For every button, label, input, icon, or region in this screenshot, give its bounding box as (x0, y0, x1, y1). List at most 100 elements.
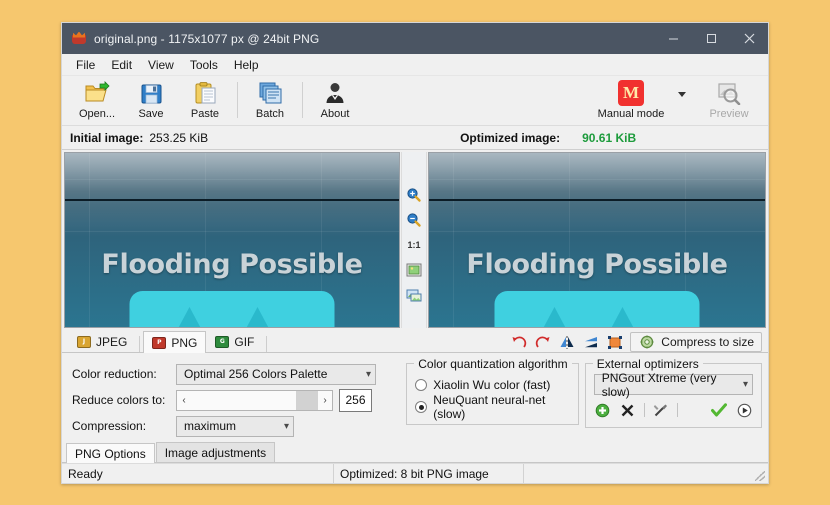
optimized-image-value: 90.61 KiB (582, 131, 636, 145)
gear-icon (638, 333, 656, 351)
original-image-pane[interactable]: Flooding Possible (64, 152, 400, 328)
image-tools-group: Compress to size (510, 332, 768, 352)
status-bar: Ready Optimized: 8 bit PNG image (62, 463, 768, 483)
paste-button-label: Paste (191, 108, 219, 120)
about-button[interactable]: About (308, 78, 362, 124)
chevron-down-icon: ▾ (358, 369, 371, 380)
app-icon (71, 31, 87, 47)
compression-row: Compression: maximum ▾ (72, 413, 400, 439)
external-optimizers-group: External optimizers PNGout Xtreme (very … (585, 363, 762, 428)
remove-icon[interactable] (619, 401, 637, 419)
clipboard-icon (194, 80, 217, 106)
reduce-colors-value-input[interactable]: 256 (339, 389, 372, 412)
png-basic-options: Color reduction: Optimal 256 Colors Pale… (72, 361, 400, 441)
color-reduction-value: Optimal 256 Colors Palette (184, 367, 327, 381)
original-image: Flooding Possible (65, 153, 399, 327)
slider-thumb[interactable] (296, 391, 318, 410)
external-optimizer-select[interactable]: PNGout Xtreme (very slow) ▾ (594, 374, 753, 395)
apply-check-icon[interactable] (710, 401, 728, 419)
actual-size-button[interactable]: 1:1 (405, 236, 423, 254)
color-reduction-select[interactable]: Optimal 256 Colors Palette ▾ (176, 364, 376, 385)
external-optimizer-value: PNGout Xtreme (very slow) (602, 371, 735, 399)
about-button-label: About (321, 108, 350, 120)
resize-grip-icon[interactable] (755, 471, 765, 481)
slider-left-arrow-icon[interactable]: ‹ (177, 395, 191, 406)
compression-select[interactable]: maximum ▾ (176, 416, 294, 437)
menu-tools[interactable]: Tools (182, 56, 226, 74)
save-button[interactable]: Save (124, 78, 178, 124)
external-optimizers-wrap: External optimizers PNGout Xtreme (very … (585, 361, 762, 441)
radio-neuquant-icon (415, 401, 427, 413)
status-left: Ready (62, 464, 334, 483)
slider-track[interactable] (191, 391, 318, 410)
cyan-panel (495, 291, 700, 328)
close-button[interactable] (730, 23, 768, 54)
batch-button[interactable]: Batch (243, 78, 297, 124)
status-right (524, 464, 768, 483)
format-tab-bar: J JPEG P PNG G GIF (62, 328, 768, 353)
flip-vertical-icon[interactable] (582, 333, 600, 351)
save-button-label: Save (138, 108, 163, 120)
status-middle: Optimized: 8 bit PNG image (334, 464, 524, 483)
png-options-panel: Color reduction: Optimal 256 Colors Pale… (62, 353, 768, 441)
minimize-button[interactable] (654, 23, 692, 54)
open-button[interactable]: Open... (70, 78, 124, 124)
optimized-image-pane[interactable]: Flooding Possible (428, 152, 766, 328)
run-icon[interactable] (735, 401, 753, 419)
size-info-bar: Initial image: 253.25 KiB Optimized imag… (62, 126, 768, 150)
reduce-colors-row: Reduce colors to: ‹ › 256 (72, 387, 400, 413)
optimized-image-label: Optimized image: (460, 131, 560, 145)
toolbar: Open... Save (62, 76, 768, 126)
menu-view[interactable]: View (140, 56, 182, 74)
resize-icon[interactable] (606, 333, 624, 351)
quantization-option-neuquant[interactable]: NeuQuant neural-net (slow) (415, 396, 570, 418)
quantization-title: Color quantization algorithm (414, 357, 571, 371)
open-folder-icon (84, 80, 110, 106)
png-icon: P (152, 337, 166, 349)
format-separator-2 (266, 336, 267, 352)
configure-icon[interactable] (652, 401, 670, 419)
gif-icon: G (215, 336, 229, 348)
application-window: original.png - 1175x1077 px @ 24bit PNG … (61, 22, 769, 484)
menu-edit[interactable]: Edit (103, 56, 140, 74)
toolbar-right-group: M Manual mode Preview (588, 78, 760, 124)
flip-horizontal-icon[interactable] (558, 333, 576, 351)
radio-wu-icon (415, 379, 427, 391)
fit-image-icon[interactable] (405, 261, 423, 279)
compress-to-size-button[interactable]: Compress to size (630, 332, 762, 352)
tab-gif[interactable]: G GIF (206, 330, 263, 352)
mode-dropdown-button[interactable] (674, 81, 690, 107)
quantization-option-wu-label: Xiaolin Wu color (fast) (433, 378, 550, 392)
compression-label: Compression: (72, 419, 176, 433)
slider-right-arrow-icon[interactable]: › (318, 395, 332, 406)
optimized-image: Flooding Possible (429, 153, 765, 327)
zoom-out-icon[interactable] (405, 211, 423, 229)
menu-file[interactable]: File (68, 56, 103, 74)
maximize-button[interactable] (692, 23, 730, 54)
tab-image-adjustments[interactable]: Image adjustments (156, 442, 275, 462)
paste-button[interactable]: Paste (178, 78, 232, 124)
tab-png-options[interactable]: PNG Options (66, 443, 155, 463)
options-tab-bar: PNG Options Image adjustments (62, 441, 768, 463)
preview-button-label: Preview (709, 108, 748, 120)
menu-help[interactable]: Help (226, 56, 267, 74)
manual-mode-button[interactable]: M Manual mode (588, 78, 674, 124)
tab-gif-label: GIF (234, 335, 254, 349)
rotate-right-icon[interactable] (534, 333, 552, 351)
preview-button[interactable]: Preview (698, 78, 760, 124)
menu-bar: File Edit View Tools Help (62, 54, 768, 76)
horizon-line (65, 199, 399, 201)
zoom-in-icon[interactable] (405, 186, 423, 204)
rotate-left-icon[interactable] (510, 333, 528, 351)
reduce-colors-slider[interactable]: ‹ › (176, 390, 333, 411)
tab-jpeg[interactable]: J JPEG (68, 330, 136, 352)
compare-icon[interactable] (405, 286, 423, 304)
tab-png[interactable]: P PNG (143, 331, 206, 353)
chevron-down-icon (678, 92, 686, 97)
jpeg-icon: J (77, 336, 91, 348)
format-separator-1 (139, 336, 140, 352)
person-icon (324, 80, 346, 106)
initial-image-value: 253.25 KiB (149, 131, 208, 145)
add-icon[interactable] (594, 401, 612, 419)
compress-to-size-label: Compress to size (661, 335, 754, 349)
